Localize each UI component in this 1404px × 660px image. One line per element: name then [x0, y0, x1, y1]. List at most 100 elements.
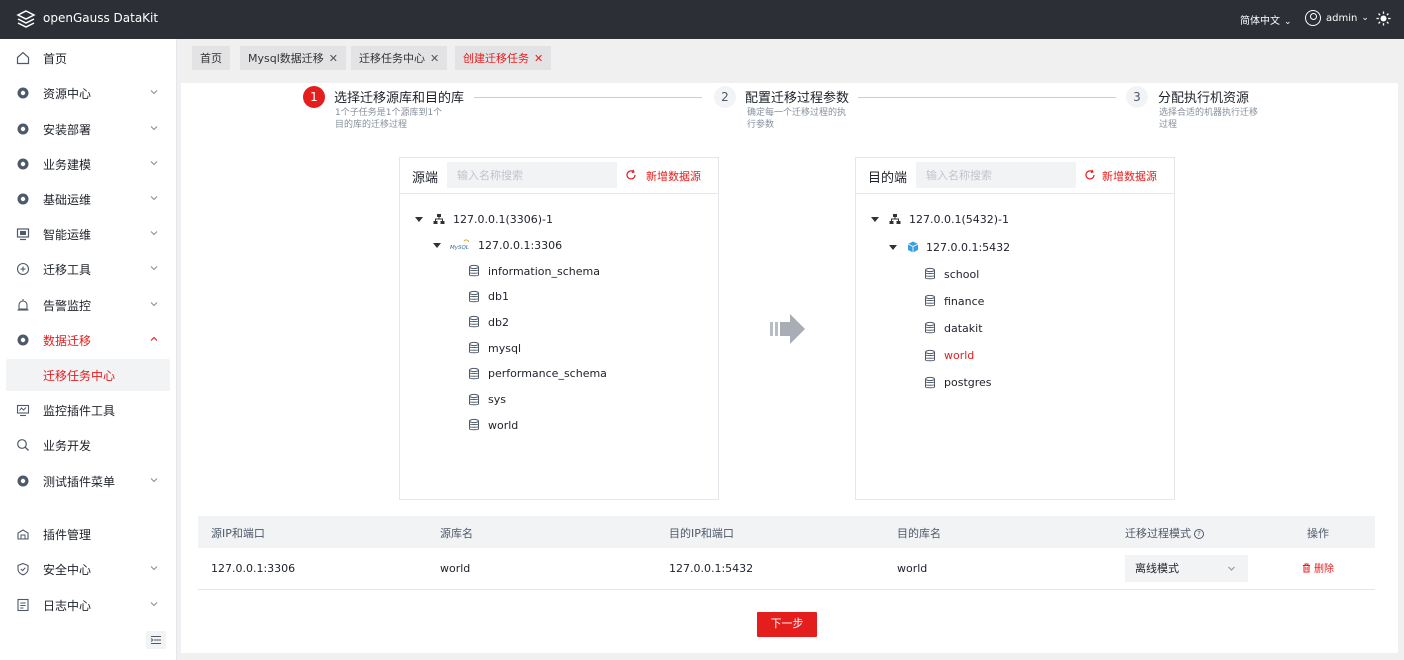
source-database-node[interactable]: db1	[467, 288, 509, 306]
sidebar-item-label: 业务开发	[43, 438, 92, 453]
sidebar-item-basic-ops[interactable]: 基础运维	[6, 183, 170, 215]
delete-row-button[interactable]: 删除	[1302, 560, 1334, 575]
chevron-up-icon	[150, 336, 158, 341]
step-3-title: 分配执行机资源	[1158, 91, 1250, 106]
target-database-node[interactable]: finance	[923, 292, 984, 310]
sidebar-item-alarm-monitor[interactable]: 告警监控	[6, 289, 170, 321]
target-database-node[interactable]: datakit	[923, 319, 983, 337]
sidebar-item-security-center[interactable]: 安全中心	[6, 553, 170, 585]
main-content: 1 选择迁移源库和目的库 1个子任务是1个源库到1个 目的库的迁移过程 2 配置…	[181, 83, 1398, 653]
tab-label: 首页	[200, 52, 222, 65]
language-selector[interactable]: 简体中文 ⌄	[1240, 12, 1292, 27]
source-database-node[interactable]: db2	[467, 313, 509, 331]
source-cluster-node[interactable]: 127.0.0.1(3306)-1	[415, 210, 553, 228]
chevron-down-icon: ⌄	[1284, 17, 1292, 27]
chevron-down-icon	[150, 266, 158, 271]
step-3-number: 3	[1126, 86, 1148, 108]
source-database-node[interactable]: information_schema	[467, 262, 600, 280]
sidebar-item-business-dev[interactable]: 业务开发	[6, 429, 170, 461]
source-database-node[interactable]: sys	[467, 391, 506, 409]
theme-toggle-sun-icon[interactable]	[1376, 11, 1391, 26]
database-icon	[469, 264, 479, 277]
sidebar-item-install-deploy[interactable]: 安装部署	[6, 113, 170, 145]
caret-down-icon	[871, 216, 879, 222]
target-search-input[interactable]	[916, 162, 1076, 188]
tab-bar: 首页 Mysql数据迁移 ✕ 迁移任务中心 ✕ 创建迁移任务 ✕	[177, 39, 1404, 79]
tab-label: Mysql数据迁移	[248, 52, 324, 65]
collapse-menu-icon	[150, 636, 161, 644]
source-search-input[interactable]	[447, 162, 617, 188]
tab-migration-task-center[interactable]: 迁移任务中心 ✕	[351, 46, 448, 70]
migration-mode-select[interactable]: 离线模式	[1125, 555, 1248, 582]
sidebar-item-test-plugin-menu[interactable]: 测试插件菜单	[6, 465, 170, 497]
sidebar-item-plugin-management[interactable]: 插件管理	[6, 518, 170, 550]
source-database-node[interactable]: performance_schema	[467, 365, 607, 383]
sidebar-item-label: 资源中心	[43, 86, 92, 101]
sidebar-item-label: 迁移工具	[43, 262, 92, 277]
refresh-icon[interactable]	[625, 169, 637, 181]
sidebar-collapse-button[interactable]	[146, 631, 166, 649]
step-1-number: 1	[303, 86, 325, 108]
database-icon	[469, 290, 479, 302]
target-database-node[interactable]: world	[923, 347, 974, 365]
user-avatar-icon	[1305, 10, 1321, 26]
source-panel: 源端 新增数据源 127.0.0.1(3306)-1 MySQL 127.0.0…	[399, 157, 719, 500]
sidebar-item-label: 安装部署	[43, 122, 92, 137]
database-icon	[469, 316, 479, 328]
database-icon	[469, 341, 479, 354]
database-label: world	[488, 418, 519, 432]
source-database-node[interactable]: world	[467, 416, 518, 434]
sidebar-item-migration-task-center[interactable]: 迁移任务中心	[6, 359, 170, 391]
chevron-down-icon	[150, 231, 158, 236]
user-menu[interactable]: admin ⌄	[1305, 10, 1369, 26]
gear-icon	[17, 87, 29, 99]
migration-mode-value: 离线模式	[1135, 562, 1179, 575]
database-icon	[925, 349, 935, 361]
tab-create-migration-task[interactable]: 创建迁移任务 ✕	[455, 46, 552, 70]
cell-dst-db: world	[897, 562, 928, 575]
sidebar-item-smart-ops[interactable]: 智能运维	[6, 218, 170, 250]
close-icon[interactable]: ✕	[329, 52, 338, 65]
tab-label: 迁移任务中心	[359, 52, 425, 65]
cluster-tree-icon	[889, 214, 901, 224]
mysql-logo-text: MySQL	[450, 245, 469, 251]
step-2-number: 2	[714, 86, 736, 108]
monitor-icon	[16, 228, 30, 241]
sidebar-item-label: 监控插件工具	[43, 403, 116, 418]
sidebar-item-data-migration[interactable]: 数据迁移	[6, 324, 170, 356]
sidebar-item-log-center[interactable]: 日志中心	[6, 589, 170, 621]
help-icon[interactable]: ?	[1194, 529, 1204, 539]
column-header-src-ip: 源IP和端口	[211, 527, 265, 540]
gear-icon	[17, 123, 29, 135]
close-icon[interactable]: ✕	[430, 52, 439, 65]
refresh-icon[interactable]	[1084, 169, 1096, 181]
database-label: information_schema	[488, 264, 600, 278]
sidebar-item-migration-tools[interactable]: 迁移工具	[6, 253, 170, 285]
shield-icon	[17, 562, 29, 576]
target-cluster-node[interactable]: 127.0.0.1(5432)-1	[871, 210, 1009, 228]
sidebar-item-monitor-plugin-tool[interactable]: 监控插件工具	[6, 394, 170, 426]
target-instance-node[interactable]: 127.0.0.1:5432	[889, 238, 1010, 256]
caret-down-icon	[415, 216, 423, 222]
sidebar: 首页 资源中心 安装部署 业务建模 基础运维 智能运维 迁移工具 告警监控 数据…	[0, 39, 177, 660]
target-database-node[interactable]: school	[923, 265, 979, 283]
source-panel-header: 源端 新增数据源	[400, 158, 718, 194]
add-target-datasource-button[interactable]: 新增数据源	[1102, 168, 1157, 184]
step-3-desc-line1: 选择合适的机器执行迁移	[1159, 108, 1259, 118]
tab-mysql-migration[interactable]: Mysql数据迁移 ✕	[240, 46, 346, 70]
close-icon[interactable]: ✕	[534, 52, 543, 65]
source-database-node[interactable]: mysql	[467, 339, 521, 357]
sidebar-item-resource-center[interactable]: 资源中心	[6, 77, 170, 109]
sidebar-item-home[interactable]: 首页	[6, 42, 170, 74]
tab-home[interactable]: 首页	[192, 46, 230, 70]
database-label: performance_schema	[488, 367, 607, 381]
step-2-title: 配置迁移过程参数	[745, 91, 850, 106]
next-step-button[interactable]: 下一步	[757, 612, 817, 637]
target-database-node[interactable]: postgres	[923, 374, 992, 392]
step-3-desc-line2: 过程	[1159, 120, 1178, 130]
target-cluster-label: 127.0.0.1(5432)-1	[909, 212, 1010, 226]
source-instance-node[interactable]: MySQL 127.0.0.1:3306	[433, 236, 562, 254]
database-label: datakit	[944, 321, 983, 335]
sidebar-item-business-modeling[interactable]: 业务建模	[6, 148, 170, 180]
add-source-datasource-button[interactable]: 新增数据源	[646, 168, 701, 184]
